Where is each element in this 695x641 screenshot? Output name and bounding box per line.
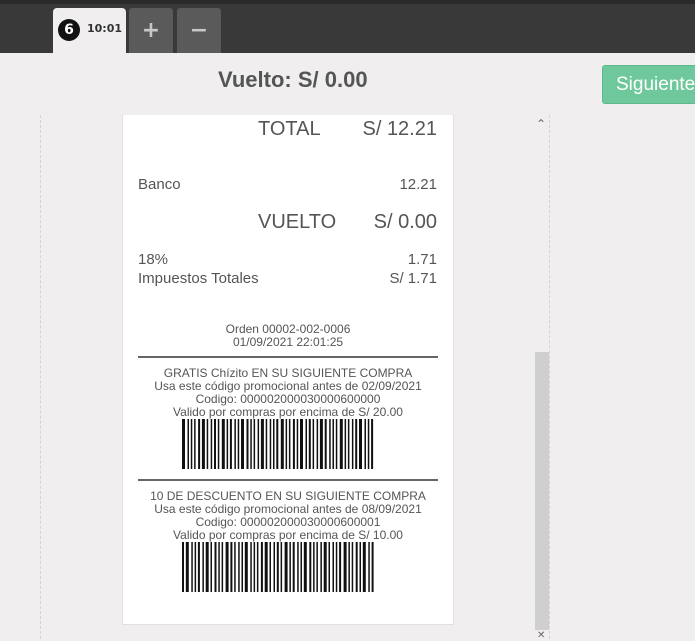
payment-method-value: 12.21 [399, 176, 437, 193]
tax-rate-label: 18% [138, 251, 169, 268]
coupon-divider [138, 356, 438, 358]
remove-order-button[interactable]: − [177, 8, 221, 53]
coupon-barcode [182, 419, 374, 469]
coupon-divider [138, 479, 438, 481]
coupon-min-purchase: Valido por compras por encima de S/ 20.0… [173, 405, 403, 419]
coupon-min-purchase: Valido por compras por encima de S/ 10.0… [173, 528, 403, 542]
add-order-button[interactable]: + [129, 8, 173, 53]
change-value: S/ 0.00 [373, 211, 437, 233]
change-label: VUELTO [258, 211, 337, 233]
tax-rate-value: 1.71 [407, 251, 437, 268]
order-number-badge: 6 [58, 19, 80, 41]
order-tab[interactable]: 6 10:01 [53, 8, 126, 53]
scrollbar-thumb[interactable] [535, 352, 549, 630]
order-time: 10:01 [87, 22, 123, 35]
total-taxes-label: Impuestos Totales [138, 270, 259, 287]
order-datetime: 01/09/2021 22:01:25 [232, 335, 344, 349]
top-bar-divider [0, 0, 695, 4]
chevron-down-icon[interactable]: ✕ [537, 630, 545, 641]
total-value: S/ 12.21 [362, 118, 437, 140]
next-button[interactable]: Siguiente [602, 65, 695, 104]
total-label: TOTAL [258, 118, 321, 140]
chevron-up-icon[interactable]: ⌃ [536, 117, 546, 131]
total-taxes-value: S/ 1.71 [389, 270, 437, 287]
receipt: TOTAL S/ 12.21 Banco 12.21 VUELTO S/ 0.0… [122, 115, 454, 625]
payment-method-label: Banco [138, 176, 181, 193]
change-due-label: Vuelto: S/ 0.00 [218, 67, 368, 92]
coupon-barcode [182, 542, 374, 592]
